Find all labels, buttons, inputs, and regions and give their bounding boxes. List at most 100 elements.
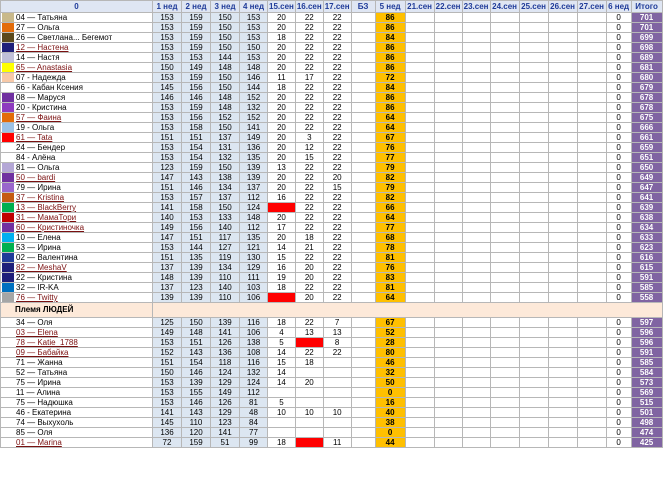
week3-cell[interactable]: 152	[210, 112, 240, 123]
day-cell[interactable]	[518, 397, 549, 408]
week3-cell[interactable]: 148	[210, 102, 240, 113]
week6-cell[interactable]: 0	[605, 232, 632, 243]
sep16-cell[interactable]: 22	[294, 22, 324, 33]
b3-cell[interactable]	[350, 327, 376, 338]
column-header[interactable]: 27.сен	[576, 0, 607, 13]
total-cell[interactable]: 699	[630, 32, 663, 43]
week1-cell[interactable]: 147	[152, 172, 182, 183]
b3-cell[interactable]	[350, 192, 376, 203]
sep15-cell[interactable]: 20	[267, 112, 296, 123]
name-cell[interactable]: 13 — BlackBerry	[0, 202, 153, 213]
week2-cell[interactable]: 159	[181, 22, 211, 33]
week6-cell[interactable]: 0	[605, 42, 632, 53]
total-cell[interactable]: 623	[630, 242, 663, 253]
week5-cell[interactable]: 77	[374, 152, 406, 163]
day-cell[interactable]	[547, 377, 578, 388]
day-cell[interactable]	[518, 262, 549, 273]
week2-cell[interactable]: 158	[181, 202, 211, 213]
b3-cell[interactable]	[350, 282, 376, 293]
week4-cell[interactable]: 99	[239, 437, 268, 448]
week2-cell[interactable]: 159	[181, 42, 211, 53]
column-header[interactable]: 22.сен	[433, 0, 463, 13]
column-header[interactable]: 6 нед	[605, 0, 632, 13]
week2-cell[interactable]: 156	[181, 222, 211, 233]
b3-cell[interactable]	[350, 417, 376, 428]
week6-cell[interactable]: 0	[605, 417, 632, 428]
day-cell[interactable]	[547, 337, 578, 348]
day-cell[interactable]	[518, 92, 549, 103]
day-cell[interactable]	[404, 232, 435, 243]
day-cell[interactable]	[461, 92, 491, 103]
sep15-cell[interactable]: 5	[267, 337, 296, 348]
week5-cell[interactable]: 86	[374, 102, 406, 113]
week1-cell[interactable]: 153	[152, 72, 182, 83]
name-cell[interactable]: 71 — Жанна	[0, 357, 153, 368]
day-cell[interactable]	[404, 252, 435, 263]
day-cell[interactable]	[404, 82, 435, 93]
total-cell[interactable]: 558	[630, 292, 663, 303]
name-cell[interactable]: 02 — Валентина	[0, 252, 153, 263]
sep17-cell[interactable]: 20	[322, 172, 352, 183]
day-cell[interactable]	[518, 242, 549, 253]
day-cell[interactable]	[433, 172, 463, 183]
week1-cell[interactable]: 153	[152, 142, 182, 153]
day-cell[interactable]	[433, 192, 463, 203]
day-cell[interactable]	[461, 102, 491, 113]
day-cell[interactable]	[433, 272, 463, 283]
week5-cell[interactable]: 64	[374, 292, 406, 303]
sep15-cell[interactable]: 18	[267, 317, 296, 328]
week1-cell[interactable]: 146	[152, 92, 182, 103]
week3-cell[interactable]: 150	[210, 122, 240, 133]
sep16-cell[interactable]: 15	[294, 152, 324, 163]
day-cell[interactable]	[576, 317, 607, 328]
day-cell[interactable]	[518, 72, 549, 83]
day-cell[interactable]	[518, 202, 549, 213]
week3-cell[interactable]: 127	[210, 242, 240, 253]
week1-cell[interactable]: 153	[152, 122, 182, 133]
day-cell[interactable]	[404, 357, 435, 368]
sep17-cell[interactable]: 22	[322, 132, 352, 143]
week5-cell[interactable]: 83	[374, 272, 406, 283]
week6-cell[interactable]: 0	[605, 172, 632, 183]
day-cell[interactable]	[518, 192, 549, 203]
sep16-cell[interactable]	[294, 367, 324, 378]
b3-cell[interactable]	[350, 62, 376, 73]
week6-cell[interactable]: 0	[605, 437, 632, 448]
week4-cell[interactable]: 153	[239, 52, 268, 63]
name-cell[interactable]: 10 — Елена	[0, 232, 153, 243]
week3-cell[interactable]: 119	[210, 252, 240, 263]
day-cell[interactable]	[461, 407, 491, 418]
total-cell[interactable]: 647	[630, 182, 663, 193]
sep17-cell[interactable]: 22	[322, 232, 352, 243]
total-cell[interactable]: 689	[630, 52, 663, 63]
sep16-cell[interactable]	[294, 437, 324, 448]
day-cell[interactable]	[489, 232, 520, 243]
day-cell[interactable]	[547, 367, 578, 378]
column-header[interactable]: 2 нед	[181, 0, 211, 13]
day-cell[interactable]	[433, 397, 463, 408]
week1-cell[interactable]: 153	[152, 32, 182, 43]
week2-cell[interactable]: 151	[181, 337, 211, 348]
day-cell[interactable]	[576, 417, 607, 428]
week5-cell[interactable]: 64	[374, 112, 406, 123]
day-cell[interactable]	[518, 232, 549, 243]
total-cell[interactable]: 634	[630, 222, 663, 233]
day-cell[interactable]	[461, 82, 491, 93]
b3-cell[interactable]	[350, 32, 376, 43]
column-header[interactable]: 23.сен	[461, 0, 491, 13]
day-cell[interactable]	[433, 367, 463, 378]
column-header[interactable]: 5 нед	[374, 0, 406, 13]
day-cell[interactable]	[433, 232, 463, 243]
day-cell[interactable]	[433, 337, 463, 348]
total-cell[interactable]: 650	[630, 162, 663, 173]
day-cell[interactable]	[547, 112, 578, 123]
day-cell[interactable]	[518, 162, 549, 173]
day-cell[interactable]	[576, 172, 607, 183]
week1-cell[interactable]: 145	[152, 82, 182, 93]
day-cell[interactable]	[404, 367, 435, 378]
week1-cell[interactable]: 140	[152, 212, 182, 223]
day-cell[interactable]	[576, 72, 607, 83]
total-cell[interactable]: 573	[630, 377, 663, 388]
b3-cell[interactable]	[350, 92, 376, 103]
week1-cell[interactable]: 141	[152, 407, 182, 418]
